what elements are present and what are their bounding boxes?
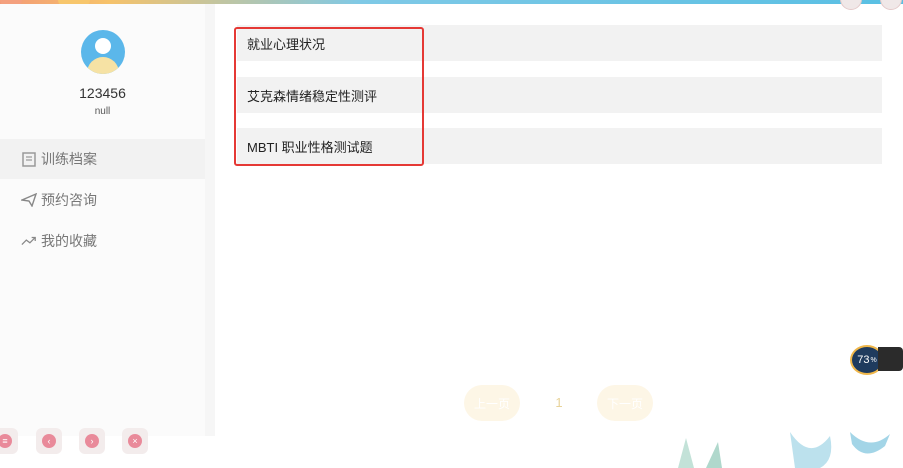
sidebar-divider	[205, 4, 215, 436]
trend-icon	[21, 233, 37, 249]
close-control-button[interactable]: ×	[122, 428, 148, 454]
list-item[interactable]: MBTI 职业性格测试题	[237, 128, 882, 164]
paper-plane-icon	[21, 192, 37, 208]
list-item[interactable]: 艾克森情绪稳定性测评	[237, 77, 882, 113]
list-item-label: 艾克森情绪稳定性测评	[247, 88, 378, 104]
decorative-watercolor	[678, 432, 890, 468]
window-minimize-button[interactable]	[840, 0, 862, 10]
avatar-body	[87, 57, 119, 74]
avatar[interactable]	[81, 30, 125, 74]
avatar-head	[95, 38, 111, 54]
menu-icon: ≡	[0, 434, 12, 448]
menu-control-button[interactable]: ≡	[0, 428, 18, 454]
back-button[interactable]: ‹	[36, 428, 62, 454]
speed-unit: %	[870, 356, 877, 364]
list-item-label: 就业心理状况	[247, 36, 326, 52]
close-icon: ×	[128, 434, 142, 448]
sidebar-item-training-records[interactable]: 训练档案	[0, 139, 205, 179]
speed-side-panel	[878, 347, 903, 371]
window-close-button[interactable]	[880, 0, 902, 10]
sidebar: 123456 null 训练档案 预约咨询 我的收藏	[0, 4, 205, 436]
document-icon	[21, 151, 37, 167]
sidebar-item-label: 预约咨询	[41, 192, 97, 208]
sidebar-item-favorites[interactable]: 我的收藏	[0, 221, 205, 261]
forward-button[interactable]: ›	[79, 428, 105, 454]
list-item-label: MBTI 职业性格测试题	[247, 139, 373, 155]
user-subtitle: null	[94, 106, 111, 117]
arrow-left-icon: ‹	[42, 434, 56, 448]
next-page-button[interactable]: 下一页	[597, 385, 653, 421]
arrow-right-icon: ›	[85, 434, 99, 448]
list-item[interactable]: 就业心理状况	[237, 25, 882, 61]
prev-page-button[interactable]: 上一页	[464, 385, 520, 421]
user-name: 123456	[79, 85, 126, 101]
current-page-number[interactable]: 1	[553, 395, 565, 410]
sidebar-item-label: 我的收藏	[41, 233, 97, 249]
speed-value: 73	[857, 354, 870, 366]
sidebar-item-label: 训练档案	[41, 151, 97, 167]
sidebar-item-appointment[interactable]: 预约咨询	[0, 180, 205, 220]
